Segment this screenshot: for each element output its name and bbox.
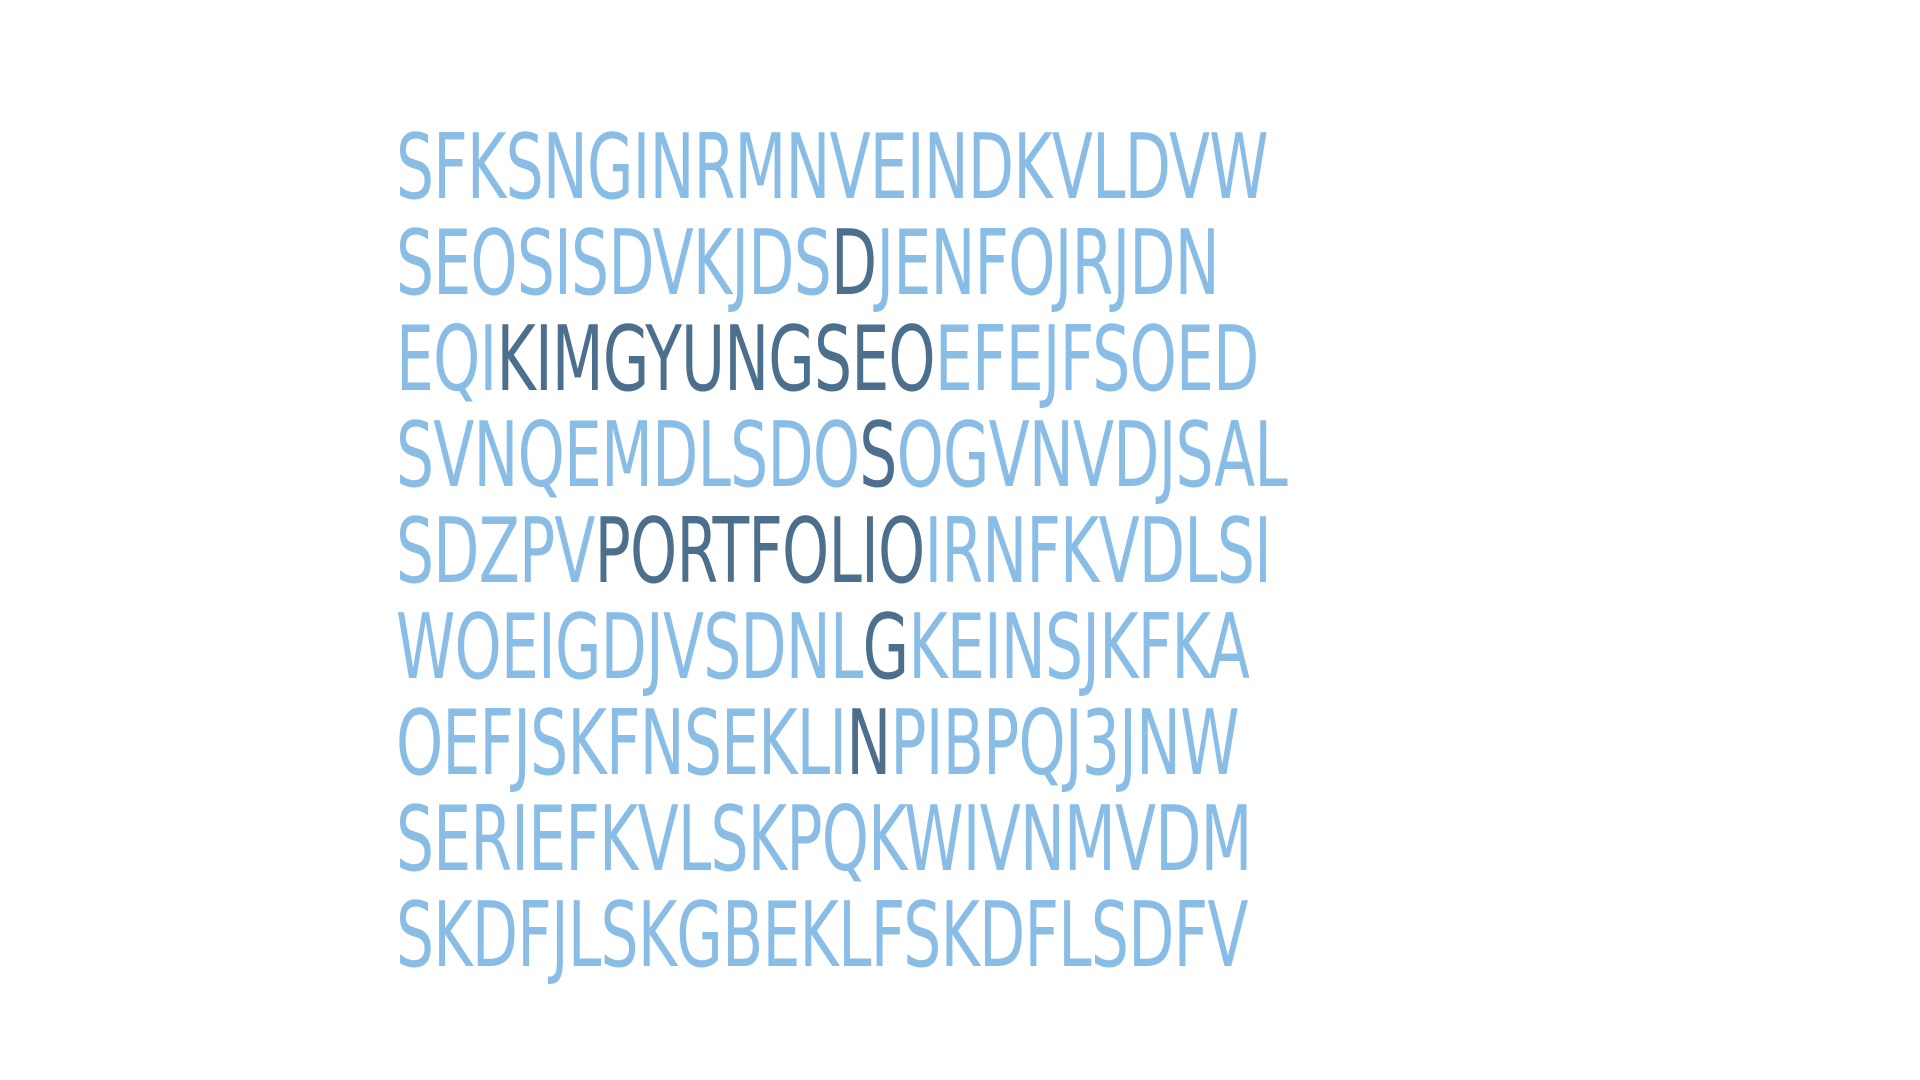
- row-6-highlight: G: [862, 595, 909, 700]
- row-2-highlight: D: [831, 211, 877, 316]
- row-3-highlight-name: KIMGYUNGSEO: [496, 307, 935, 412]
- row-7-highlight: N: [846, 691, 891, 796]
- grid-row-9: SKDFJLSKGBEKLFSKDFLSDFV: [396, 888, 1248, 984]
- row-2-filler-left: SEOSISDVKJDS: [396, 211, 832, 316]
- row-9-filler-left: SKDFJLSKGBEKLFSKDFLSDFV: [396, 883, 1248, 988]
- row-1-filler-left: SFKSNGINRMNVEINDKVLDVW: [396, 115, 1268, 220]
- row-7-filler-left: OEFJSKFNSEKLI: [396, 691, 847, 796]
- row-6-filler-right: KEINSJKFKA: [908, 595, 1250, 700]
- row-3-filler-right: EFEJFSOED: [934, 307, 1259, 412]
- grid-row-7: OEFJSKFNSEKLINPIBPQJ3JNW: [396, 696, 1247, 792]
- row-4-filler-right: OGVNVDJSAL: [896, 403, 1288, 508]
- row-6-filler-left: WOEIGDJVSDNL: [396, 595, 863, 700]
- row-3-filler-left: EQI: [396, 307, 497, 412]
- grid-row-3: EQIKIMGYUNGSEOEFEJFSOED: [396, 312, 1259, 408]
- grid-row-1: SFKSNGINRMNVEINDKVLDVW: [396, 120, 1268, 216]
- letter-grid: SFKSNGINRMNVEINDKVLDVW SEOSISDVKJDSDJENF…: [396, 120, 1546, 984]
- row-2-filler-right: JENFOJRJDN: [876, 211, 1219, 316]
- row-4-filler-left: SVNQEMDLSDO: [396, 403, 860, 508]
- row-5-filler-right: IRNFKVDLSI: [924, 499, 1272, 604]
- row-5-highlight-portfolio: PORTFOLIO: [594, 499, 926, 604]
- grid-row-6: WOEIGDJVSDNLGKEINSJKFKA: [396, 600, 1250, 696]
- grid-row-8: SERIEFKVLSKPQKWIVNMVDM: [396, 792, 1252, 888]
- grid-row-4: SVNQEMDLSDOSOGVNVDJSAL: [396, 408, 1288, 504]
- page: SFKSNGINRMNVEINDKVLDVW SEOSISDVKJDSDJENF…: [0, 0, 1920, 1080]
- row-8-filler-left: SERIEFKVLSKPQKWIVNMVDM: [396, 787, 1252, 892]
- row-5-filler-left: SDZPV: [396, 499, 595, 604]
- grid-row-5: SDZPVPORTFOLIOIRNFKVDLSI: [396, 504, 1272, 600]
- grid-row-2: SEOSISDVKJDSDJENFOJRJDN: [396, 216, 1247, 312]
- row-4-highlight: S: [859, 403, 897, 508]
- row-7-filler-right: PIBPQJ3JNW: [890, 691, 1239, 796]
